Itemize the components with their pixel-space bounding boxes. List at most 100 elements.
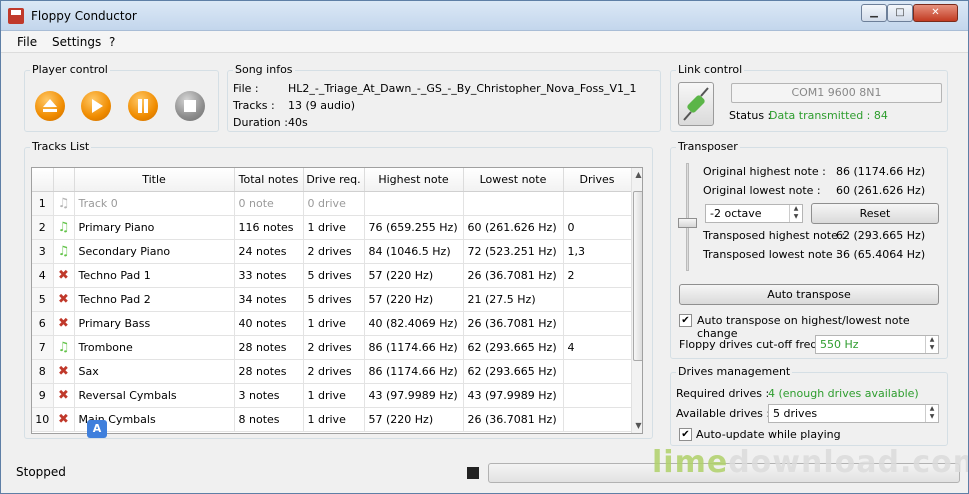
col-drive-req[interactable]: Drive req. [303,168,365,192]
scrollbar-thumb[interactable] [633,191,642,361]
translate-icon[interactable]: A [87,420,107,438]
disabled-x-icon: ✖ [53,407,75,432]
floppy-disk-icon [8,8,24,24]
transpose-slider-track[interactable] [686,163,689,271]
muted-music-note-icon: ♫ [57,195,70,211]
col-total-notes[interactable]: Total notes [234,168,304,192]
cutoff-value: 550 Hz [820,338,859,351]
music-note-icon: ♫ [53,239,75,264]
music-note-icon: ♫ [57,219,70,235]
track-highest-note: 84 (1046.5 Hz) [364,239,464,264]
track-drives[interactable]: 0 [563,215,632,240]
octave-stepper[interactable]: -2 octave ▲ ▼ [705,204,803,223]
track-drives[interactable] [563,311,632,336]
table-row[interactable]: 9 ✖ Reversal Cymbals 3 notes 1 drive 43 (97.9… [32,383,632,408]
track-drives[interactable] [563,407,632,432]
available-drives-label: Available drives : [676,407,771,420]
table-row[interactable]: 8 ✖ Sax 28 notes 2 drives 86 (1174.66 Hz) 62 (… [32,359,632,384]
com-port-field[interactable]: COM1 9600 8N1 [731,83,942,103]
track-drives[interactable]: 1,3 [563,239,632,264]
track-total-notes: 40 notes [234,311,304,336]
pause-button[interactable] [128,91,158,121]
table-row[interactable]: 2 ♫ Primary Piano 116 notes 1 drive 76 (659.2… [32,215,632,240]
track-index: 9 [32,383,54,408]
available-drives-stepper[interactable]: 5 drives ▲ ▼ [768,404,939,423]
reset-button[interactable]: Reset [811,203,939,224]
maximize-button[interactable]: □ [887,4,913,22]
transposer-group: Transposer Original highest note : 86 (1… [670,140,948,359]
scroll-down-icon[interactable]: ▼ [632,419,642,433]
close-button[interactable]: ✕ [913,4,958,22]
track-drives[interactable]: 2 [563,263,632,288]
table-row[interactable]: 7 ♫ Trombone 28 notes 2 drives 86 (1174.66 Hz… [32,335,632,360]
octave-spin-icon[interactable]: ▲ ▼ [789,205,802,222]
track-drive-req: 1 drive [303,407,365,432]
track-drives[interactable] [563,287,632,312]
trans-high-value: 62 (293.665 Hz) [836,229,926,242]
tracks-scrollbar[interactable]: ▲ ▼ [631,168,642,433]
stop-button[interactable] [175,91,205,121]
col-highest-note[interactable]: Highest note [364,168,464,192]
track-drive-req: 5 drives [303,263,365,288]
col-drives[interactable]: Drives [563,168,632,192]
scroll-up-icon[interactable]: ▲ [632,168,642,182]
table-row[interactable]: 4 ✖ Techno Pad 1 33 notes 5 drives 57 (220 Hz… [32,263,632,288]
col-title[interactable]: Title [74,168,235,192]
disabled-x-icon: ✖ [58,363,69,379]
track-index: 7 [32,335,54,360]
music-note-icon: ♫ [57,339,70,355]
track-drives[interactable] [563,383,632,408]
muted-music-note-icon: ♫ [53,191,75,216]
track-drives[interactable] [563,191,632,216]
col-index[interactable] [32,168,54,192]
tracks-count-value: 13 (9 audio) [288,99,356,112]
music-note-icon: ♫ [53,335,75,360]
track-drives[interactable]: 4 [563,335,632,360]
tracks-list-group: Tracks List Title Total notes Drive req.… [24,140,653,439]
auto-update-checkbox[interactable]: ✔ [679,428,692,441]
cutoff-spin-icon[interactable]: ▲ ▼ [925,336,938,353]
track-lowest-note: 62 (293.665 Hz) [463,359,564,384]
table-row[interactable]: 1 ♫ Track 00 note 0 drive [32,191,632,216]
drives-spin-icon[interactable]: ▲ ▼ [925,405,938,422]
plug-icon [683,87,709,121]
minimize-button[interactable]: ▁ [861,4,887,22]
eject-icon [43,99,57,112]
track-title: Techno Pad 1 [74,263,235,288]
menu-settings[interactable]: Settings [52,35,101,49]
orig-low-label: Original lowest note : [703,184,821,197]
table-row[interactable]: 10 ✖ Main Cymbals 8 notes 1 drive 57 (220 Hz)… [32,407,632,432]
transpose-slider-handle[interactable] [678,218,697,228]
cutoff-stepper[interactable]: 550 Hz ▲ ▼ [815,335,939,354]
status-text: Stopped [16,465,66,479]
menu-file[interactable]: File [17,35,37,49]
eject-button[interactable] [35,91,65,121]
track-total-notes: 3 notes [234,383,304,408]
track-highest-note: 86 (1174.66 Hz) [364,359,464,384]
track-drives[interactable] [563,359,632,384]
track-lowest-note: 26 (36.7081 Hz) [463,311,564,336]
tracks-table[interactable]: Title Total notes Drive req. Highest not… [31,167,643,434]
track-highest-note [364,191,464,216]
music-note-icon: ♫ [57,243,70,259]
track-highest-note: 57 (220 Hz) [364,287,464,312]
track-lowest-note: 21 (27.5 Hz) [463,287,564,312]
col-icon[interactable] [53,168,75,192]
octave-value: -2 octave [710,207,762,220]
connect-button[interactable] [678,82,714,126]
required-drives-value: 4 (enough drives available) [768,387,919,400]
track-index: 8 [32,359,54,384]
menu-help[interactable]: ? [109,35,115,49]
auto-update-label: Auto-update while playing [696,428,841,441]
col-lowest-note[interactable]: Lowest note [463,168,564,192]
table-row[interactable]: 6 ✖ Primary Bass 40 notes 1 drive 40 (82.4069… [32,311,632,336]
disabled-x-icon: ✖ [53,263,75,288]
auto-change-checkbox[interactable]: ✔ [679,314,692,327]
menu-bar: File Settings ? [1,31,968,53]
play-button[interactable] [81,91,111,121]
auto-transpose-button[interactable]: Auto transpose [679,284,939,305]
table-row[interactable]: 3 ♫ Secondary Piano 24 notes 2 drives 84 (104… [32,239,632,264]
table-row[interactable]: 5 ✖ Techno Pad 2 34 notes 5 drives 57 (220 Hz… [32,287,632,312]
track-index: 4 [32,263,54,288]
stop-icon [184,100,196,112]
